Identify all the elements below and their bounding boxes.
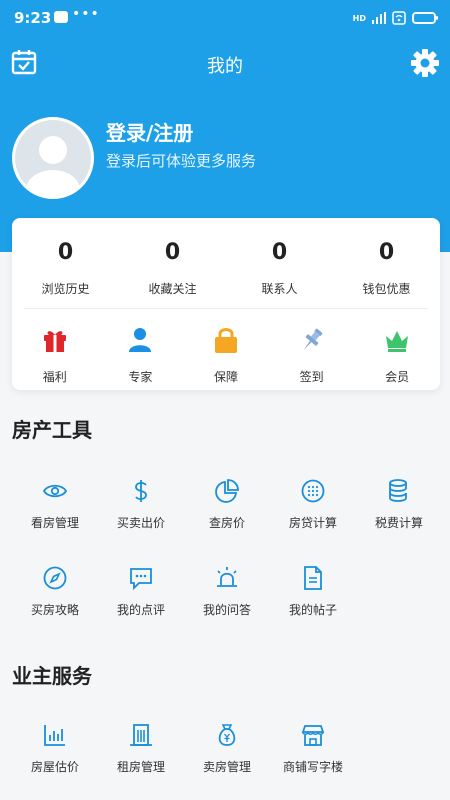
quick-label: 福利 xyxy=(42,370,67,384)
tool-mortgage-calculator[interactable]: 房贷计算 xyxy=(270,478,356,531)
tool-label: 看房管理 xyxy=(30,516,79,530)
quick-checkin[interactable]: 签到 xyxy=(269,326,355,385)
comment-icon xyxy=(130,568,152,591)
page-title: 我的 xyxy=(207,56,243,77)
alarm-icon xyxy=(217,567,237,587)
person-icon xyxy=(129,328,152,352)
eye-icon xyxy=(42,484,68,498)
calculator-icon xyxy=(301,479,325,503)
top-bar: 我的 xyxy=(0,42,450,86)
stat-wallet[interactable]: 0 钱包优惠 xyxy=(333,240,440,297)
tool-label: 卖房管理 xyxy=(202,760,251,774)
money-bag-icon xyxy=(218,724,236,746)
user-placeholder-icon xyxy=(15,120,91,196)
building-icon xyxy=(130,724,152,746)
quick-label: 签到 xyxy=(299,370,324,384)
quick-welfare[interactable]: 福利 xyxy=(12,326,98,385)
stat-label: 收藏关注 xyxy=(148,282,197,296)
section-title-real-estate-tools: 房产工具 xyxy=(12,418,92,442)
status-right-group: HD xyxy=(352,11,438,25)
app-notification-icon xyxy=(54,11,68,23)
service-house-valuation[interactable]: 房屋估价 xyxy=(12,722,98,775)
tool-bid[interactable]: 买卖出价 xyxy=(98,478,184,531)
stat-contacts[interactable]: 0 联系人 xyxy=(226,240,333,297)
gear-icon[interactable] xyxy=(410,48,440,78)
tool-label: 我的帖子 xyxy=(288,603,337,617)
tool-label: 租房管理 xyxy=(116,760,165,774)
tool-label: 房屋估价 xyxy=(30,760,79,774)
stat-label: 联系人 xyxy=(261,282,298,296)
quick-member[interactable]: 会员 xyxy=(354,326,440,385)
stat-value: 0 xyxy=(378,240,395,265)
quick-label: 会员 xyxy=(385,370,410,384)
avatar[interactable] xyxy=(12,117,94,199)
login-hint-text: 登录后可体验更多服务 xyxy=(106,152,257,170)
stat-value: 0 xyxy=(271,240,288,265)
network-label: HD xyxy=(352,13,366,23)
service-sale-management[interactable]: 卖房管理 xyxy=(184,722,270,775)
stat-browse-history[interactable]: 0 浏览历史 xyxy=(12,240,119,297)
divider xyxy=(24,308,428,309)
crown-icon xyxy=(386,331,409,352)
bar-chart-icon xyxy=(44,725,65,746)
pie-chart-icon xyxy=(215,479,239,503)
tool-label: 买房攻略 xyxy=(30,603,79,617)
quick-icons-row: 福利 专家 保障 签到 会员 xyxy=(12,326,440,385)
tool-label: 我的点评 xyxy=(116,603,165,617)
store-icon xyxy=(301,725,325,746)
more-notifications-indicator: ••• xyxy=(72,6,100,22)
tool-label: 商铺写字楼 xyxy=(282,760,343,774)
compass-icon xyxy=(43,566,67,590)
tool-tax-calculator[interactable]: 税费计算 xyxy=(356,478,442,531)
login-register-link[interactable]: 登录/注册 xyxy=(106,117,193,146)
gift-icon xyxy=(43,331,66,352)
wifi-icon xyxy=(392,11,406,25)
document-icon xyxy=(304,566,322,590)
stats-card: 0 浏览历史 0 收藏关注 0 联系人 0 钱包优惠 福利 专家 保障 签到 会… xyxy=(12,218,440,390)
tool-my-reviews[interactable]: 我的点评 xyxy=(98,565,184,618)
tool-label: 我的问答 xyxy=(202,603,251,617)
signal-icon xyxy=(372,12,386,24)
quick-label: 专家 xyxy=(128,370,153,384)
tool-my-qa[interactable]: 我的问答 xyxy=(184,565,270,618)
stat-label: 浏览历史 xyxy=(41,282,90,296)
stat-favorites[interactable]: 0 收藏关注 xyxy=(119,240,226,297)
dollar-icon xyxy=(135,480,147,502)
tool-my-posts[interactable]: 我的帖子 xyxy=(270,565,356,618)
tool-viewing-management[interactable]: 看房管理 xyxy=(12,478,98,531)
stat-value: 0 xyxy=(57,240,74,265)
service-rental-management[interactable]: 租房管理 xyxy=(98,722,184,775)
coins-icon xyxy=(389,479,407,502)
tool-buying-guide[interactable]: 买房攻略 xyxy=(12,565,98,618)
service-shops-offices[interactable]: 商铺写字楼 xyxy=(270,722,356,775)
stat-value: 0 xyxy=(164,240,181,265)
tool-label: 查房价 xyxy=(208,516,245,530)
quick-label: 保障 xyxy=(213,370,238,384)
tool-label: 买卖出价 xyxy=(116,516,165,530)
status-bar: 9:23 ••• HD xyxy=(0,0,450,36)
status-time: 9:23 xyxy=(14,9,52,27)
tool-house-price[interactable]: 查房价 xyxy=(184,478,270,531)
battery-icon xyxy=(412,12,438,24)
stat-label: 钱包优惠 xyxy=(362,282,411,296)
stats-row: 0 浏览历史 0 收藏关注 0 联系人 0 钱包优惠 xyxy=(12,240,440,297)
tool-label: 房贷计算 xyxy=(288,516,337,530)
pin-icon xyxy=(303,328,322,350)
tool-label: 税费计算 xyxy=(374,516,423,530)
section-title-owner-services: 业主服务 xyxy=(12,664,92,688)
lock-icon xyxy=(214,328,237,353)
quick-protection[interactable]: 保障 xyxy=(183,326,269,385)
quick-expert[interactable]: 专家 xyxy=(98,326,184,385)
